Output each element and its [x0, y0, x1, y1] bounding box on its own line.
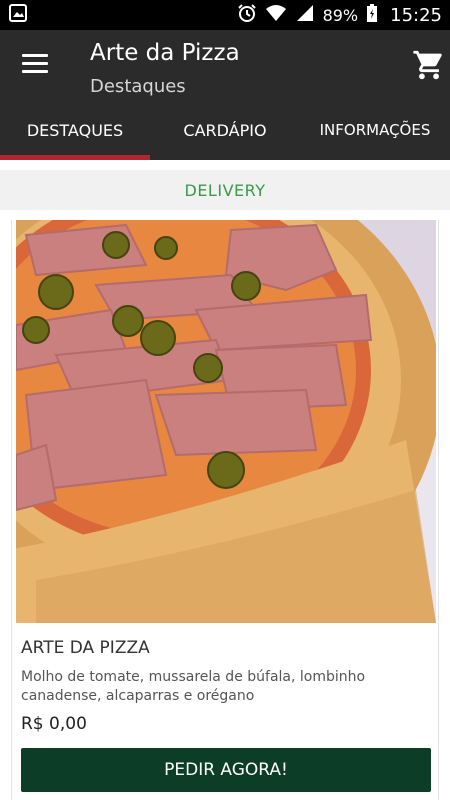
cart-icon[interactable] [412, 48, 446, 82]
signal-icon [295, 3, 315, 27]
product-card: ARTE DA PIZZA Molho de tomate, mussarela… [11, 220, 439, 800]
delivery-banner[interactable]: DELIVERY [0, 170, 450, 210]
app-subtitle: Destaques [90, 76, 186, 97]
app-title: Arte da Pizza [90, 40, 240, 66]
product-name: ARTE DA PIZZA [21, 638, 150, 658]
battery-icon [366, 3, 378, 27]
tab-informacoes[interactable]: INFORMAÇÕES [300, 100, 450, 160]
product-price: R$ 0,00 [21, 714, 87, 734]
tab-cardapio[interactable]: CARDÁPIO [150, 100, 300, 160]
app-bar: Arte da Pizza Destaques [0, 30, 450, 100]
tab-bar: DESTAQUES CARDÁPIO INFORMAÇÕES [0, 100, 450, 160]
status-time: 15:25 [390, 4, 442, 26]
menu-icon[interactable] [22, 54, 48, 76]
wifi-icon [265, 3, 287, 27]
battery-percent: 89% [322, 5, 359, 25]
tab-destaques[interactable]: DESTAQUES [0, 100, 150, 160]
product-description: Molho de tomate, mussarela de búfala, lo… [21, 669, 366, 704]
alarm-icon [237, 3, 257, 27]
status-bar: 89% 15:25 [0, 0, 450, 30]
pizza-photo[interactable] [16, 220, 436, 623]
order-now-button[interactable]: PEDIR AGORA! [21, 748, 431, 792]
image-icon [8, 3, 28, 27]
